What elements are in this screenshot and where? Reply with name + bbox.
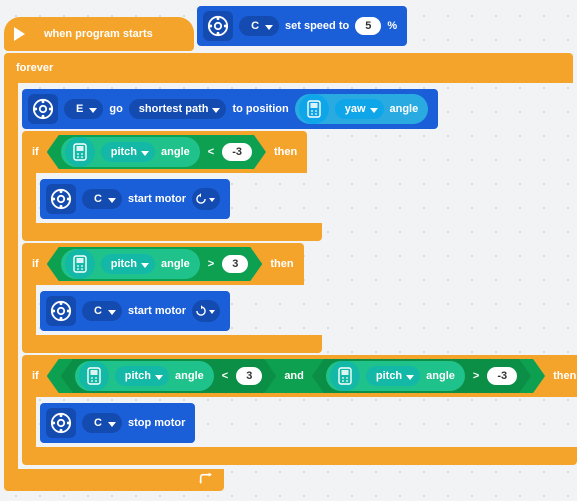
pitch-angle-reporter[interactable]: pitch angle xyxy=(61,249,200,279)
greater-than-condition[interactable]: pitch angle > 3 xyxy=(47,247,263,281)
hub-icon xyxy=(330,361,360,391)
go-label: go xyxy=(109,103,122,115)
start-motor-cw-block[interactable]: C start motor xyxy=(40,291,230,331)
start-motor-ccw-block[interactable]: C start motor xyxy=(40,179,230,219)
forever-label: forever xyxy=(16,62,53,74)
to-position-label: to position xyxy=(232,103,288,115)
value-input[interactable]: -3 xyxy=(487,367,517,385)
greater-than-condition[interactable]: pitch angle > -3 xyxy=(312,359,531,393)
if-block-2[interactable]: if pitch angle > 3 then xyxy=(22,243,573,353)
sensor-dropdown[interactable]: pitch xyxy=(115,366,169,386)
hub-icon xyxy=(79,361,109,391)
hat-label: when program starts xyxy=(44,28,153,40)
value-input[interactable]: 3 xyxy=(236,367,262,385)
go-to-position-block[interactable]: E go shortest path to position yaw angle xyxy=(22,89,438,129)
if-label: if xyxy=(32,370,39,382)
set-speed-label: set speed to xyxy=(285,20,349,32)
pitch-angle-reporter[interactable]: pitch angle xyxy=(61,137,200,167)
angle-label: angle xyxy=(175,370,204,382)
if-label: if xyxy=(32,146,39,158)
speed-input[interactable]: 5 xyxy=(355,17,381,35)
port-dropdown[interactable]: C xyxy=(82,301,122,321)
hub-icon xyxy=(65,137,95,167)
hub-icon xyxy=(299,94,329,124)
direction-cw-dropdown[interactable] xyxy=(192,300,220,322)
loop-arrow-icon xyxy=(198,473,214,487)
direction-ccw-dropdown[interactable] xyxy=(192,188,220,210)
start-motor-label: start motor xyxy=(128,305,186,317)
angle-label: angle xyxy=(426,370,455,382)
port-dropdown[interactable]: C xyxy=(239,16,279,36)
then-label: then xyxy=(270,258,293,270)
percent-label: % xyxy=(387,20,397,32)
port-dropdown[interactable]: C xyxy=(82,413,122,433)
if-label: if xyxy=(32,258,39,270)
motor-icon xyxy=(203,11,233,41)
operator-lt: < xyxy=(220,370,230,382)
pitch-angle-reporter[interactable]: pitch angle xyxy=(326,361,465,391)
pitch-angle-reporter[interactable]: pitch angle xyxy=(75,361,214,391)
less-than-condition[interactable]: pitch angle < -3 xyxy=(47,135,266,169)
hub-icon xyxy=(65,249,95,279)
forever-block[interactable]: forever E go shortest path to position y… xyxy=(4,53,573,491)
stop-motor-label: stop motor xyxy=(128,417,185,429)
operator-lt: < xyxy=(206,146,216,158)
angle-label: angle xyxy=(161,146,190,158)
then-label: then xyxy=(274,146,297,158)
value-input[interactable]: -3 xyxy=(222,143,252,161)
motor-icon xyxy=(28,94,58,124)
motor-icon xyxy=(46,408,76,438)
mode-dropdown[interactable]: shortest path xyxy=(129,99,227,119)
operator-gt: > xyxy=(206,258,216,270)
angle-label: angle xyxy=(390,103,419,115)
value-input[interactable]: 3 xyxy=(222,255,248,273)
hat-when-program-starts[interactable]: when program starts xyxy=(4,17,194,51)
play-icon xyxy=(14,27,25,41)
if-block-3[interactable]: if pitch angle < 3 xyxy=(22,355,573,465)
if-block-1[interactable]: if pitch angle < -3 then xyxy=(22,131,573,241)
sensor-dropdown[interactable]: pitch xyxy=(366,366,420,386)
stop-motor-block[interactable]: C stop motor xyxy=(40,403,195,443)
set-speed-block[interactable]: C set speed to 5 % xyxy=(197,6,407,46)
port-dropdown[interactable]: C xyxy=(82,189,122,209)
motor-icon xyxy=(46,296,76,326)
port-dropdown[interactable]: E xyxy=(64,99,103,119)
sensor-dropdown[interactable]: pitch xyxy=(101,254,155,274)
yaw-angle-reporter[interactable]: yaw angle xyxy=(295,94,429,124)
motor-icon xyxy=(46,184,76,214)
and-label: and xyxy=(284,370,304,382)
operator-gt: > xyxy=(471,370,481,382)
sensor-dropdown[interactable]: pitch xyxy=(101,142,155,162)
and-condition[interactable]: pitch angle < 3 and xyxy=(47,359,545,393)
then-label: then xyxy=(553,370,576,382)
sensor-dropdown[interactable]: yaw xyxy=(335,99,384,119)
angle-label: angle xyxy=(161,258,190,270)
start-motor-label: start motor xyxy=(128,193,186,205)
less-than-condition[interactable]: pitch angle < 3 xyxy=(61,359,277,393)
